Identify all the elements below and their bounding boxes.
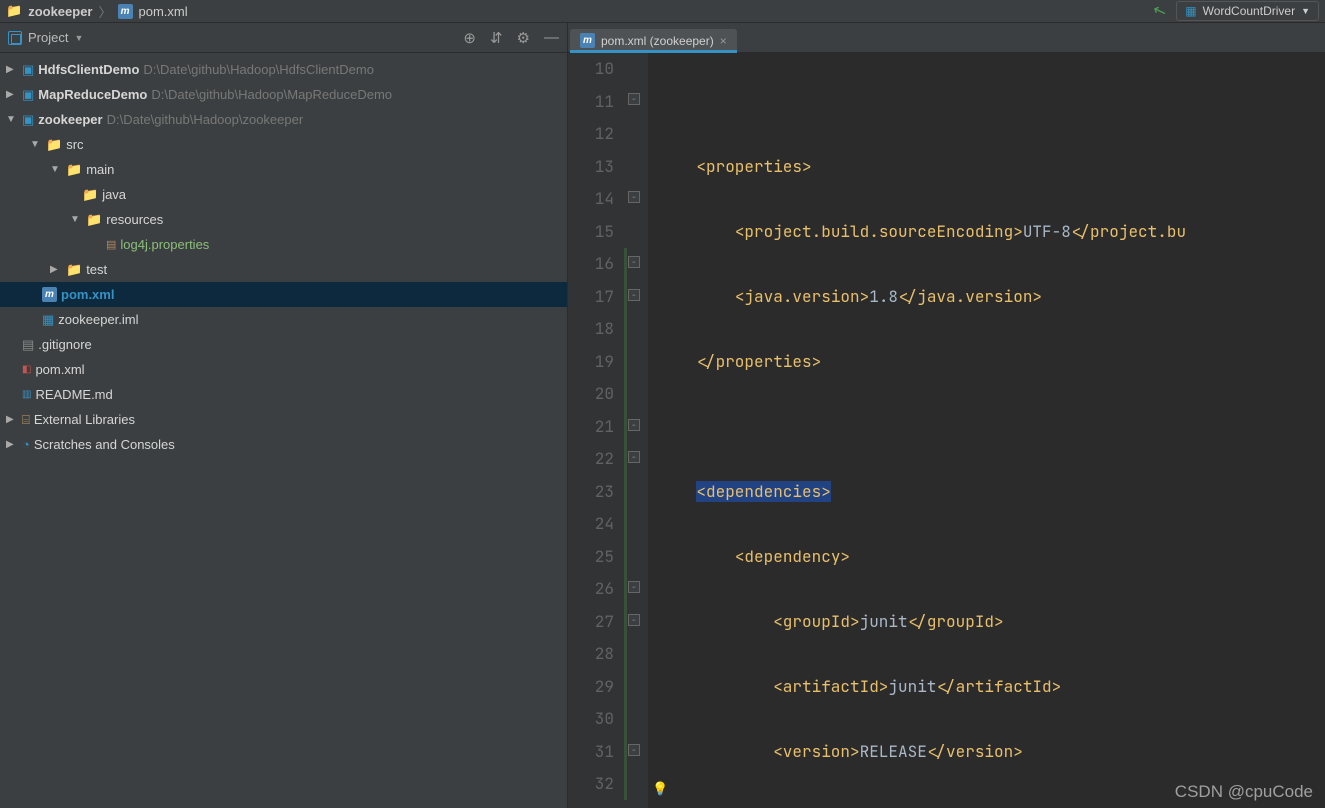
tree-item-iml[interactable]: ▦ zookeeper.iml xyxy=(0,307,567,332)
code-line[interactable]: <dependency> xyxy=(658,541,1325,574)
code-line[interactable]: <dependencies> xyxy=(658,476,1325,509)
expand-arrow-icon[interactable]: ▶ xyxy=(6,89,18,100)
folder-icon: 📁 xyxy=(66,262,82,278)
folder-icon: 📁 xyxy=(66,162,82,178)
tree-item-log4j[interactable]: ▤ log4j.properties xyxy=(0,232,567,257)
code-line[interactable]: <java.version>1.8</java.version> xyxy=(658,281,1325,314)
tree-item-zookeeper[interactable]: ▼ ▣ zookeeper D:\Date\github\Hadoop\zook… xyxy=(0,107,567,132)
expand-arrow-icon[interactable]: ▶ xyxy=(50,264,62,275)
editor-tab-bar: m pom.xml (zookeeper) × xyxy=(568,23,1325,53)
editor-tab-pom[interactable]: m pom.xml (zookeeper) × xyxy=(570,29,737,52)
project-icon: 📁 xyxy=(6,3,22,19)
source-folder-icon: 📁 xyxy=(82,187,98,203)
select-opened-file-icon[interactable]: ⊕ xyxy=(463,29,476,47)
editor-body[interactable]: 10 11 12 13 14 15 16 17 18 19 20 21 22 2… xyxy=(568,53,1325,808)
expand-all-icon[interactable]: ⇵ xyxy=(490,29,503,47)
gutter-line-numbers: 10 11 12 13 14 15 16 17 18 19 20 21 22 2… xyxy=(568,53,624,808)
markdown-file-icon: ▥ xyxy=(22,389,31,400)
tree-item-root-pom[interactable]: ◧ pom.xml xyxy=(0,357,567,382)
collapse-arrow-icon[interactable]: ▼ xyxy=(30,139,42,150)
tree-item-src[interactable]: ▼ 📁 src xyxy=(0,132,567,157)
maven-icon: m xyxy=(42,287,57,302)
project-tool-window: Project ▼ ⊕ ⇵ ⚙ — ▶ ▣ HdfsClientDemo D:\… xyxy=(0,23,568,808)
libraries-icon: ⌸ xyxy=(22,412,30,428)
gitignore-icon: ▤ xyxy=(22,337,34,353)
tree-item-external-libraries[interactable]: ▶ ⌸ External Libraries xyxy=(0,407,567,432)
fold-icon[interactable]: − xyxy=(628,614,640,626)
tree-item-resources[interactable]: ▼ 📁 resources xyxy=(0,207,567,232)
code-line[interactable]: <groupId>junit</groupId> xyxy=(658,606,1325,639)
fold-icon[interactable]: − xyxy=(628,256,640,268)
tree-item-readme[interactable]: ▥ README.md xyxy=(0,382,567,407)
code-line[interactable]: <properties> xyxy=(658,151,1325,184)
run-config-label: WordCountDriver xyxy=(1203,4,1295,18)
breadcrumb-sep: 〉 xyxy=(99,2,112,21)
maven-icon: m xyxy=(580,33,595,48)
fold-icon[interactable]: − xyxy=(628,289,640,301)
fold-icon[interactable]: − xyxy=(628,451,640,463)
run-config-icon: ▦ xyxy=(1185,4,1196,18)
chevron-down-icon: ▼ xyxy=(1301,6,1310,16)
tree-item-hdfsclientdemo[interactable]: ▶ ▣ HdfsClientDemo D:\Date\github\Hadoop… xyxy=(0,57,567,82)
gear-icon[interactable]: ⚙ xyxy=(517,29,530,47)
editor-tab-label: pom.xml (zookeeper) xyxy=(601,34,714,48)
editor-pane: m pom.xml (zookeeper) × 10 11 12 13 14 1… xyxy=(568,23,1325,808)
fold-icon[interactable]: − xyxy=(628,93,640,105)
intention-bulb-icon[interactable]: 💡 xyxy=(652,773,668,806)
code-area[interactable]: <properties> <project.build.sourceEncodi… xyxy=(648,53,1325,808)
code-line[interactable]: <artifactId>junit</artifactId> xyxy=(658,671,1325,704)
maven-icon: m xyxy=(118,4,133,19)
folder-icon: 📁 xyxy=(46,137,62,153)
breadcrumb-project[interactable]: zookeeper xyxy=(28,4,92,19)
project-label[interactable]: Project xyxy=(28,30,68,45)
tree-item-java[interactable]: 📁 java xyxy=(0,182,567,207)
run-config-dropdown[interactable]: ▦ WordCountDriver ▼ xyxy=(1176,1,1319,21)
tree-item-pom-selected[interactable]: m pom.xml xyxy=(0,282,567,307)
scratches-icon: ◔ xyxy=(22,437,30,452)
fold-icon[interactable]: − xyxy=(628,744,640,756)
tree-item-main[interactable]: ▼ 📁 main xyxy=(0,157,567,182)
code-line[interactable]: <project.build.sourceEncoding>UTF-8</pro… xyxy=(658,216,1325,249)
chevron-down-icon[interactable]: ▼ xyxy=(74,33,83,43)
gutter-folding[interactable]: − − − − − − − − − 💡 xyxy=(624,53,648,808)
fold-icon[interactable]: − xyxy=(628,581,640,593)
properties-file-icon: ▤ xyxy=(106,238,116,251)
expand-arrow-icon[interactable]: ▶ xyxy=(6,64,18,75)
minimize-icon[interactable]: — xyxy=(544,29,559,47)
tree-item-scratches[interactable]: ▶ ◔ Scratches and Consoles xyxy=(0,432,567,457)
module-icon: ▣ xyxy=(22,62,34,78)
code-line[interactable]: <version>RELEASE</version> xyxy=(658,736,1325,769)
watermark: CSDN @cpuCode xyxy=(1175,782,1313,802)
resources-folder-icon: 📁 xyxy=(86,212,102,228)
project-view-icon xyxy=(8,31,22,45)
breadcrumb-file[interactable]: pom.xml xyxy=(139,4,188,19)
breadcrumb[interactable]: 📁 zookeeper 〉 m pom.xml xyxy=(6,2,188,21)
collapse-arrow-icon[interactable]: ▼ xyxy=(70,214,82,225)
tree-item-test[interactable]: ▶ 📁 test xyxy=(0,257,567,282)
iml-file-icon: ▦ xyxy=(42,312,54,328)
expand-arrow-icon[interactable]: ▶ xyxy=(6,414,18,425)
collapse-arrow-icon[interactable]: ▼ xyxy=(6,114,18,125)
fold-icon[interactable]: − xyxy=(628,191,640,203)
collapse-arrow-icon[interactable]: ▼ xyxy=(50,164,62,175)
tree-item-gitignore[interactable]: ▤ .gitignore xyxy=(0,332,567,357)
expand-arrow-icon[interactable]: ▶ xyxy=(6,439,18,450)
module-icon: ▣ xyxy=(22,87,34,103)
code-line[interactable] xyxy=(658,411,1325,444)
module-icon: ▣ xyxy=(22,112,34,128)
fold-icon[interactable]: − xyxy=(628,419,640,431)
code-line[interactable] xyxy=(658,86,1325,119)
top-bar: 📁 zookeeper 〉 m pom.xml ↖ ▦ WordCountDri… xyxy=(0,0,1325,23)
xml-file-icon: ◧ xyxy=(22,364,31,375)
build-icon[interactable]: ↖ xyxy=(1150,0,1169,23)
project-tree[interactable]: ▶ ▣ HdfsClientDemo D:\Date\github\Hadoop… xyxy=(0,53,567,808)
code-line[interactable]: </properties> xyxy=(658,346,1325,379)
tree-item-mapreducedemo[interactable]: ▶ ▣ MapReduceDemo D:\Date\github\Hadoop\… xyxy=(0,82,567,107)
project-header: Project ▼ ⊕ ⇵ ⚙ — xyxy=(0,23,567,53)
close-icon[interactable]: × xyxy=(720,34,727,48)
